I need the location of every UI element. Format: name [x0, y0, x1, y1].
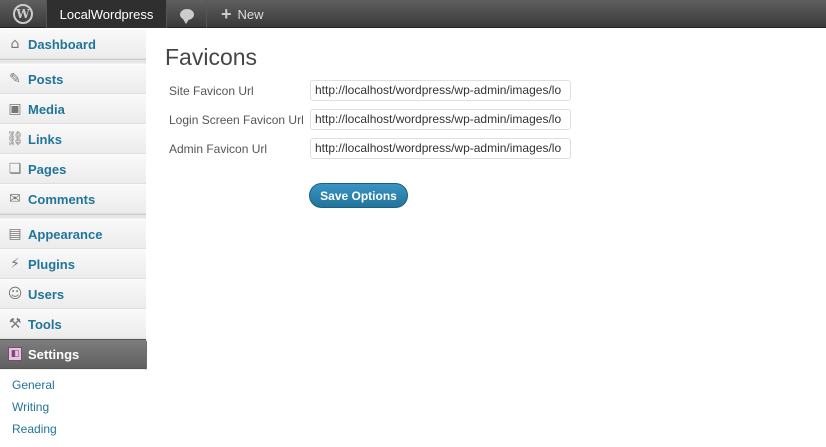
comments-link[interactable] — [167, 0, 207, 28]
admin-favicon-label: Admin Favicon Url — [169, 142, 268, 156]
comments-icon: ✉ — [9, 191, 21, 207]
submenu-item-writing[interactable]: Writing — [12, 400, 49, 414]
login-favicon-label: Login Screen Favicon Url — [169, 113, 304, 127]
sidebar-item-label: Pages — [28, 161, 67, 177]
link-icon: ⛓ — [6, 131, 24, 147]
users-icon: ☺ — [7, 286, 23, 302]
sidebar-item-settings[interactable]: ◧ Settings — [0, 339, 155, 370]
sidebar-item-tools[interactable]: ⚒ Tools — [0, 309, 146, 339]
sidebar-item-label: Media — [28, 101, 65, 117]
sidebar-item-label: Settings — [28, 346, 80, 362]
submenu-item-general[interactable]: General — [12, 378, 55, 392]
plugin-icon: ⚡ — [10, 256, 20, 272]
sidebar-item-label: Posts — [28, 71, 64, 87]
appearance-icon: ▤ — [8, 226, 22, 242]
settings-submenu: General Writing Reading — [0, 370, 146, 447]
wordpress-logo-icon: W — [13, 4, 33, 24]
sidebar-item-comments[interactable]: ✉ Comments — [0, 184, 146, 214]
sidebar-item-label: Tools — [28, 316, 62, 332]
plus-icon: + — [221, 4, 232, 24]
sidebar-item-label: Links — [28, 131, 62, 147]
page-title: Favicons — [165, 44, 258, 70]
sidebar-item-appearance[interactable]: ▤ Appearance — [0, 219, 146, 249]
sidebar-item-users[interactable]: ☺ Users — [0, 279, 146, 309]
comment-bubble-icon — [179, 8, 194, 24]
new-content-menu[interactable]: + New — [207, 0, 273, 28]
site-name-link[interactable]: LocalWordpress — [47, 0, 167, 28]
wordpress-menu[interactable]: W — [0, 0, 47, 28]
sidebar-item-label: Appearance — [28, 226, 103, 242]
dashboard-icon: ⌂ — [10, 36, 20, 52]
sidebar-item-label: Dashboard — [28, 36, 96, 52]
pages-icon: ❏ — [8, 161, 22, 177]
tools-icon: ⚒ — [8, 316, 22, 332]
admin-bar: W LocalWordpress + New — [0, 0, 826, 28]
save-options-button[interactable]: Save Options — [309, 183, 408, 208]
sidebar-item-label: Comments — [28, 191, 96, 207]
admin-sidebar: ⌂ Dashboard ✎ Posts ▣ Media ⛓ Links ❏ Pa… — [0, 29, 155, 447]
sidebar-item-dashboard[interactable]: ⌂ Dashboard — [0, 29, 146, 59]
sidebar-item-posts[interactable]: ✎ Posts — [0, 64, 146, 94]
admin-favicon-input[interactable]: http://localhost/wordpress/wp-admin/imag… — [310, 138, 571, 159]
sidebar-item-pages[interactable]: ❏ Pages — [0, 154, 146, 184]
submenu-item-reading[interactable]: Reading — [12, 422, 57, 436]
sidebar-item-label: Users — [28, 286, 65, 302]
main-content: Favicons Site Favicon Url http://localho… — [147, 29, 826, 447]
media-icon: ▣ — [8, 101, 22, 117]
menu-separator — [0, 214, 146, 218]
menu-separator — [0, 59, 146, 63]
site-favicon-label: Site Favicon Url — [169, 84, 254, 98]
sidebar-item-label: Plugins — [28, 256, 75, 272]
sidebar-item-media[interactable]: ▣ Media — [0, 94, 146, 124]
sidebar-item-links[interactable]: ⛓ Links — [0, 124, 146, 154]
new-label: New — [237, 6, 264, 22]
sidebar-item-plugins[interactable]: ⚡ Plugins — [0, 249, 146, 279]
login-favicon-input[interactable]: http://localhost/wordpress/wp-admin/imag… — [310, 109, 571, 130]
pin-icon: ✎ — [9, 71, 21, 87]
settings-icon: ◧ — [8, 347, 22, 361]
site-favicon-input[interactable]: http://localhost/wordpress/wp-admin/imag… — [310, 80, 571, 101]
